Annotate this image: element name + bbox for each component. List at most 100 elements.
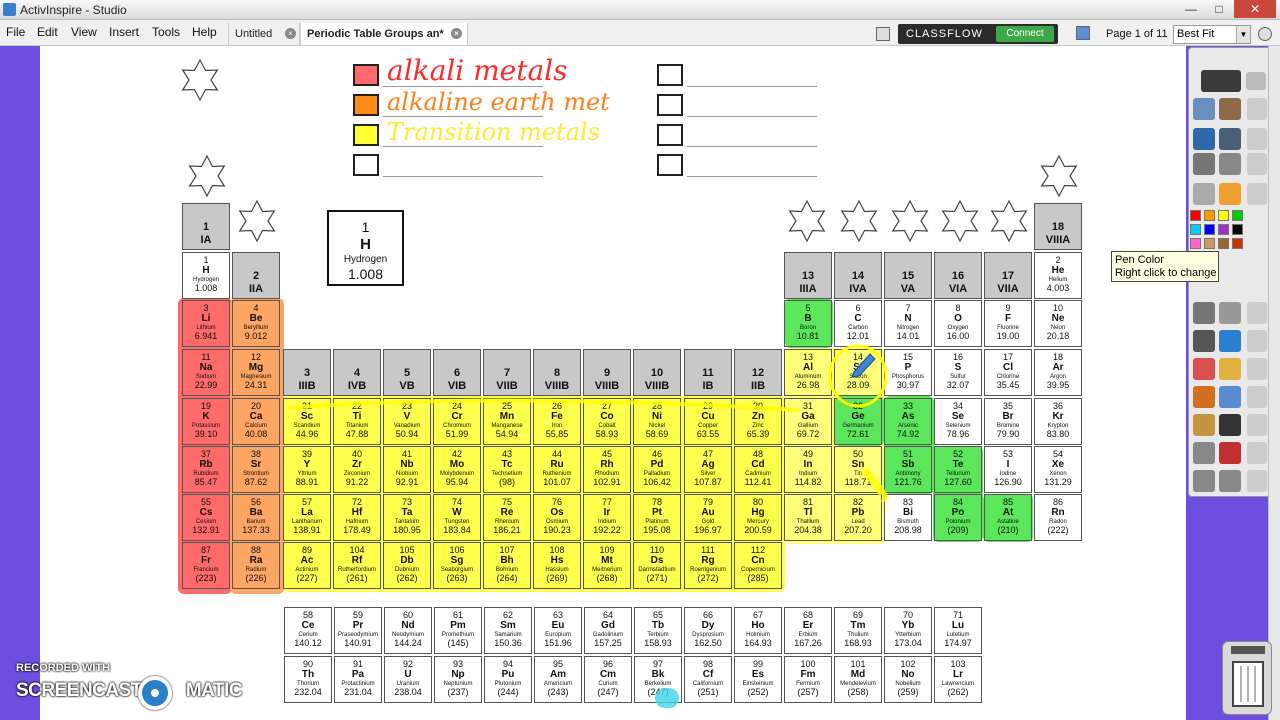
element-sm[interactable]: 62 Sm Samarium 150.36 [484, 607, 532, 654]
notes-icon[interactable] [876, 27, 890, 41]
element-mg[interactable]: 12 Mg Magnesium 24.31 [232, 349, 280, 396]
element-md[interactable]: 101 Md Mendelevium (258) [834, 656, 882, 703]
more-tools-icon[interactable] [1247, 414, 1267, 436]
element-c[interactable]: 6 C Carbon 12.01 [834, 300, 882, 347]
pen-color-swatch[interactable] [1218, 210, 1229, 221]
element-li[interactable]: 3 Li Lithium 6.941 [182, 300, 230, 347]
element-ar[interactable]: 18 Ar Argon 39.95 [1034, 349, 1082, 396]
element-zr[interactable]: 40 Zr Zirconium 91.22 [333, 446, 381, 493]
element-y[interactable]: 39 Y Yttrium 88.91 [283, 446, 331, 493]
element-rf[interactable]: 104 Rf Rutherfordium (261) [333, 542, 381, 589]
element-ir[interactable]: 77 Ir Iridium 192.22 [583, 494, 631, 541]
element-rg[interactable]: 111 Rg Roentgenium (272) [684, 542, 732, 589]
close-page-icon[interactable] [1258, 27, 1272, 41]
element-ca[interactable]: 20 Ca Calcium 40.08 [232, 398, 280, 445]
delete-icon[interactable] [1219, 414, 1241, 436]
element-sb[interactable]: 51 Sb Antimony 121.76 [884, 446, 932, 493]
shape-icon[interactable] [1193, 386, 1215, 408]
element-sn[interactable]: 50 Sn Tin 118.71 [834, 446, 882, 493]
pen-color-swatch[interactable] [1232, 210, 1243, 221]
pen-pointer-icon[interactable] [1219, 153, 1241, 175]
menu-help[interactable]: Help [192, 25, 217, 39]
element-na[interactable]: 11 Na Sodium 22.99 [182, 349, 230, 396]
element-kr[interactable]: 36 Kr Krypton 83.80 [1034, 398, 1082, 445]
trash-can-icon[interactable] [1222, 641, 1272, 715]
element-er[interactable]: 68 Er Erbium 167.26 [784, 607, 832, 654]
settings-icon[interactable] [1219, 128, 1241, 150]
element-lu[interactable]: 71 Lu Lutetium 174.97 [934, 607, 982, 654]
more-tools-icon[interactable] [1247, 442, 1267, 464]
redo-icon[interactable] [1219, 442, 1241, 464]
legend-swatch[interactable] [657, 154, 683, 176]
element-zn[interactable]: 30 Zn Zinc 65.39 [734, 398, 782, 445]
element-i[interactable]: 53 I Iodine 126.90 [984, 446, 1032, 493]
element-hs[interactable]: 108 Hs Hassium (269) [533, 542, 581, 589]
element-am[interactable]: 95 Am Americium (243) [534, 656, 582, 703]
element-tm[interactable]: 69 Tm Thulium 168.93 [834, 607, 882, 654]
element-fr[interactable]: 87 Fr Francium (223) [182, 542, 230, 589]
rotate-icon[interactable] [1193, 470, 1215, 492]
pen-color-swatch[interactable] [1232, 238, 1243, 249]
vertical-scrollbar[interactable] [1268, 46, 1280, 720]
element-ta[interactable]: 73 Ta Tantalum 180.95 [383, 494, 431, 541]
menu-file[interactable]: File [6, 25, 25, 39]
pen-color-swatch[interactable] [1190, 224, 1201, 235]
element-ra[interactable]: 88 Ra Radium (226) [232, 542, 280, 589]
element-cr[interactable]: 24 Cr Chromium 51.99 [433, 398, 481, 445]
element-tc[interactable]: 43 Tc Technetium (98) [483, 446, 531, 493]
element-pu[interactable]: 94 Pu Plutonium (244) [484, 656, 532, 703]
print-icon[interactable] [1193, 153, 1215, 175]
pen-color-swatch[interactable] [1204, 238, 1215, 249]
element-u[interactable]: 92 U Uranium 238.04 [384, 656, 432, 703]
element-xe[interactable]: 54 Xe Xenon 131.29 [1034, 446, 1082, 493]
element-ti[interactable]: 22 Ti Titanium 47.88 [333, 398, 381, 445]
element-at[interactable]: 85 At Astatine (210) [984, 494, 1032, 541]
element-no[interactable]: 102 No Nobelium (259) [884, 656, 932, 703]
element-te[interactable]: 52 Te Tellurium 127.60 [934, 446, 982, 493]
element-cu[interactable]: 29 Cu Copper 63.55 [684, 398, 732, 445]
element-ge[interactable]: 32 Ge Germanium 72.61 [834, 398, 882, 445]
element-cs[interactable]: 55 Cs Cesium 132.91 [182, 494, 230, 541]
pen-icon[interactable] [1193, 330, 1215, 352]
element-po[interactable]: 84 Po Polonium (209) [934, 494, 982, 541]
element-cn[interactable]: 112 Cn Copernicium (285) [734, 542, 782, 589]
minimize-button[interactable]: — [1178, 0, 1204, 18]
element-v[interactable]: 23 V Vanadium 50.94 [383, 398, 431, 445]
legend-swatch[interactable] [353, 154, 379, 176]
element-rb[interactable]: 37 Rb Rubidium 85.47 [182, 446, 230, 493]
element-hg[interactable]: 80 Hg Mercury 200.59 [734, 494, 782, 541]
element-pa[interactable]: 91 Pa Protactinium 231.04 [334, 656, 382, 703]
element-la[interactable]: 57 La Lanthanum 138.91 [283, 494, 331, 541]
element-pb[interactable]: 82 Pb Lead 207.20 [834, 494, 882, 541]
pen-color-swatch[interactable] [1218, 238, 1229, 249]
menu-edit[interactable]: Edit [37, 25, 58, 39]
element-es[interactable]: 99 Es Einsteinium (252) [734, 656, 782, 703]
share-icon[interactable] [1201, 70, 1241, 92]
reveal-icon[interactable] [1193, 183, 1215, 205]
element-ga[interactable]: 31 Ga Gallium 69.72 [784, 398, 832, 445]
legend-swatch[interactable] [353, 64, 379, 86]
pen-color-swatch[interactable] [1204, 210, 1215, 221]
element-ne[interactable]: 10 Ne Neon 20.18 [1034, 300, 1082, 347]
element-w[interactable]: 74 W Tungsten 183.84 [433, 494, 481, 541]
element-in[interactable]: 49 In Indium 114.82 [784, 446, 832, 493]
element-bh[interactable]: 107 Bh Bohrium (264) [483, 542, 531, 589]
pen-color-swatch[interactable] [1190, 238, 1201, 249]
element-br[interactable]: 35 Br Bromine 79.90 [984, 398, 1032, 445]
element-o[interactable]: 8 O Oxygen 16.00 [934, 300, 982, 347]
menu-view[interactable]: View [71, 25, 97, 39]
element-cf[interactable]: 98 Cf Californium (251) [684, 656, 732, 703]
user-icon[interactable] [1219, 98, 1241, 120]
element-sr[interactable]: 38 Sr Strontium 87.62 [232, 446, 280, 493]
key-element-hydrogen[interactable]: 1 H Hydrogen 1.008 [327, 210, 404, 286]
more-tools-icon[interactable] [1247, 153, 1267, 175]
element-cl[interactable]: 17 Cl Chlorine 35.45 [984, 349, 1032, 396]
pen-color-swatch[interactable] [1232, 224, 1243, 235]
legend-swatch[interactable] [657, 124, 683, 146]
undo-icon[interactable] [1193, 442, 1215, 464]
element-rn[interactable]: 86 Rn Radon (222) [1034, 494, 1082, 541]
tab-periodic-table[interactable]: Periodic Table Groups an* × [300, 23, 468, 45]
marquee-icon[interactable] [1219, 302, 1241, 324]
legend-swatch[interactable] [353, 124, 379, 146]
element-ce[interactable]: 58 Ce Cerium 140.12 [284, 607, 332, 654]
